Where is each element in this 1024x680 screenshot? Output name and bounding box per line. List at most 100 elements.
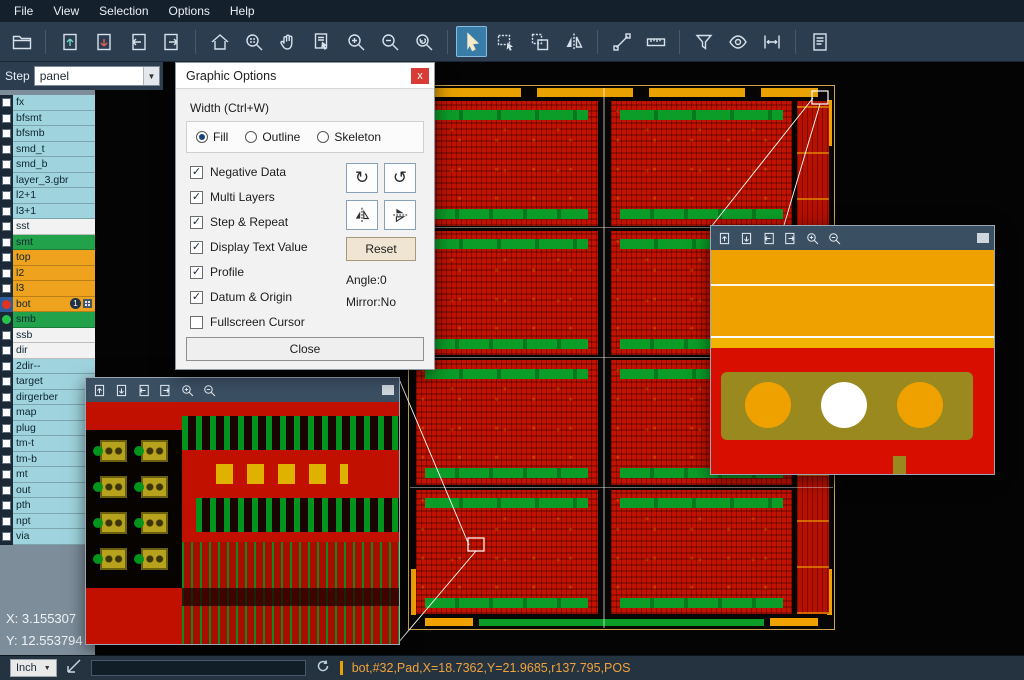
- layer-row[interactable]: fx: [0, 95, 95, 111]
- dialog-titlebar[interactable]: Graphic Options x: [176, 63, 434, 89]
- checkbox-negative-data[interactable]: ✓Negative Data: [190, 165, 308, 179]
- layer-name-label[interactable]: 2dir--: [13, 359, 95, 375]
- step-repeat-icon[interactable]: [524, 26, 555, 57]
- layer-select-checkbox[interactable]: [0, 328, 13, 344]
- layer-name-label[interactable]: plug: [13, 421, 95, 437]
- layer-name-label[interactable]: tm-b: [13, 452, 95, 468]
- menu-help[interactable]: Help: [220, 2, 265, 20]
- menu-selection[interactable]: Selection: [89, 2, 158, 20]
- sheet-pointer-icon[interactable]: [306, 26, 337, 57]
- layer-row[interactable]: dirgerber: [0, 390, 95, 406]
- layer-row[interactable]: smb: [0, 312, 95, 328]
- layer-name-label[interactable]: sst: [13, 219, 95, 235]
- window-resize-box[interactable]: [977, 233, 989, 243]
- radio-outline[interactable]: Outline: [245, 130, 300, 144]
- layer-select-checkbox[interactable]: [0, 374, 13, 390]
- layer-row[interactable]: smd_b: [0, 157, 95, 173]
- zoom-out-icon[interactable]: [826, 230, 843, 247]
- menu-view[interactable]: View: [43, 2, 89, 20]
- radio-skeleton[interactable]: Skeleton: [317, 130, 381, 144]
- layer-row[interactable]: l2: [0, 266, 95, 282]
- radio-fill[interactable]: Fill: [196, 130, 228, 144]
- layer-select-checkbox[interactable]: [0, 266, 13, 282]
- zoom-previous-icon[interactable]: [408, 26, 439, 57]
- pcb-board[interactable]: [611, 490, 793, 615]
- layer-row[interactable]: bfsmt: [0, 111, 95, 127]
- magnifier-window-right[interactable]: [710, 225, 995, 475]
- layer-name-label[interactable]: smt: [13, 235, 95, 251]
- layer-select-checkbox[interactable]: [0, 250, 13, 266]
- home-view-icon[interactable]: [204, 26, 235, 57]
- layer-row[interactable]: smt: [0, 235, 95, 251]
- layer-select-checkbox[interactable]: [0, 483, 13, 499]
- zoom-out-icon[interactable]: [201, 382, 218, 399]
- layer-name-label[interactable]: fx: [13, 95, 95, 111]
- layer-name-label[interactable]: top: [13, 250, 95, 266]
- layer-name-label[interactable]: map: [13, 405, 95, 421]
- layer-name-label[interactable]: l2: [13, 266, 95, 282]
- layer-select-checkbox[interactable]: [0, 529, 13, 545]
- layer-name-label[interactable]: pth: [13, 498, 95, 514]
- layer-row[interactable]: out: [0, 483, 95, 499]
- layer-select-checkbox[interactable]: [0, 343, 13, 359]
- magnifier-view-right[interactable]: [711, 250, 994, 474]
- layer-select-checkbox[interactable]: [0, 514, 13, 530]
- layer-select-checkbox[interactable]: [0, 111, 13, 127]
- layer-select-checkbox[interactable]: [0, 390, 13, 406]
- layer-select-checkbox[interactable]: [0, 467, 13, 483]
- ruler-icon[interactable]: [640, 26, 671, 57]
- file-arrow-up-icon[interactable]: [54, 26, 85, 57]
- layer-row-active[interactable]: bot1: [0, 297, 95, 313]
- layer-row[interactable]: mt: [0, 467, 95, 483]
- pan-hand-icon[interactable]: [272, 26, 303, 57]
- layer-row[interactable]: top: [0, 250, 95, 266]
- layer-select-checkbox[interactable]: [0, 281, 13, 297]
- file-arrow-right-icon[interactable]: [156, 26, 187, 57]
- measure-line-icon[interactable]: [606, 26, 637, 57]
- layer-row[interactable]: target: [0, 374, 95, 390]
- layer-status-indicator[interactable]: [0, 312, 13, 328]
- layer-row[interactable]: via: [0, 529, 95, 545]
- menu-file[interactable]: File: [4, 2, 43, 20]
- zoom-in-icon[interactable]: [340, 26, 371, 57]
- chevron-down-icon[interactable]: ▼: [143, 67, 159, 85]
- layer-row[interactable]: dir: [0, 343, 95, 359]
- layer-name-label[interactable]: out: [13, 483, 95, 499]
- rotate-ccw-button[interactable]: ↺: [384, 163, 416, 193]
- layer-name-label[interactable]: tm-t: [13, 436, 95, 452]
- file-arrow-down-icon[interactable]: [113, 382, 130, 399]
- layer-row[interactable]: npt: [0, 514, 95, 530]
- checkbox-datum-origin[interactable]: ✓Datum & Origin: [190, 290, 308, 304]
- magnifier-window-left[interactable]: [85, 377, 400, 645]
- layer-grid-icon[interactable]: [83, 299, 92, 308]
- layer-name-label[interactable]: smd_b: [13, 157, 95, 173]
- layer-select-checkbox[interactable]: [0, 235, 13, 251]
- graphic-options-dialog[interactable]: Graphic Options x Width (Ctrl+W) Fill Ou…: [175, 62, 435, 370]
- layer-select-checkbox[interactable]: [0, 405, 13, 421]
- step-select[interactable]: panel ▼: [34, 66, 160, 86]
- layer-row[interactable]: l3: [0, 281, 95, 297]
- command-input[interactable]: [91, 660, 306, 676]
- layer-name-label[interactable]: npt: [13, 514, 95, 530]
- layer-row[interactable]: ssb: [0, 328, 95, 344]
- layer-select-checkbox[interactable]: [0, 359, 13, 375]
- layer-select-checkbox[interactable]: [0, 452, 13, 468]
- layer-row[interactable]: tm-t: [0, 436, 95, 452]
- layer-name-label[interactable]: l3: [13, 281, 95, 297]
- pcb-board[interactable]: [416, 101, 598, 226]
- file-arrow-down-icon[interactable]: [88, 26, 119, 57]
- file-arrow-left-icon[interactable]: [135, 382, 152, 399]
- layer-name-label[interactable]: dirgerber: [13, 390, 95, 406]
- layer-select-checkbox[interactable]: [0, 173, 13, 189]
- layer-row[interactable]: plug: [0, 421, 95, 437]
- unit-select[interactable]: Inch ▼: [10, 659, 57, 677]
- refresh-icon[interactable]: [315, 658, 331, 679]
- layer-row[interactable]: 2dir--: [0, 359, 95, 375]
- checkbox-multi-layers[interactable]: ✓Multi Layers: [190, 190, 308, 204]
- highlight-eye-icon[interactable]: [722, 26, 753, 57]
- layer-select-checkbox[interactable]: [0, 126, 13, 142]
- layer-select-checkbox[interactable]: [0, 436, 13, 452]
- zoom-in-icon[interactable]: [804, 230, 821, 247]
- file-arrow-up-icon[interactable]: [716, 230, 733, 247]
- rotate-cw-button[interactable]: ↻: [346, 163, 378, 193]
